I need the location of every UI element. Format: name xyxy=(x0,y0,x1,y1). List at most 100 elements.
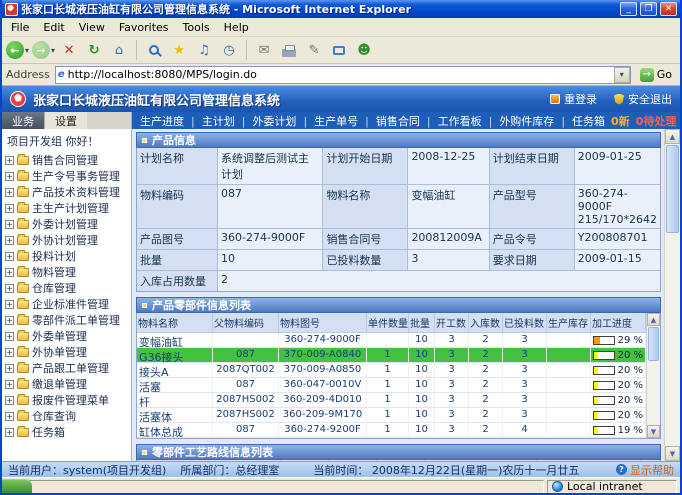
sidebar-tree-item[interactable]: + 企业标准件管理 xyxy=(5,296,131,312)
scroll-up-button[interactable]: ▲ xyxy=(665,129,680,144)
sidebar-tree-item[interactable]: + 任务箱 xyxy=(5,424,131,440)
sidebar-tree-item[interactable]: + 产品跟工单管理 xyxy=(5,360,131,376)
relogin-button[interactable]: 重登录 xyxy=(550,91,597,107)
forward-button[interactable]: →▾ xyxy=(32,38,55,62)
messenger-button[interactable]: ☻ xyxy=(353,38,375,62)
address-dropdown-icon[interactable]: ▾ xyxy=(614,67,630,83)
sidebar-tree-item[interactable]: + 销售合同管理 xyxy=(5,152,131,168)
expand-plus-icon[interactable]: + xyxy=(5,300,14,309)
table-row[interactable]: 活塞 087 360-047-0010V 1 10 3 2 3 xyxy=(137,378,646,393)
nav-link[interactable]: 生产单号 xyxy=(296,113,358,129)
sidebar-tree-item[interactable]: + 仓库查询 xyxy=(5,408,131,424)
go-button[interactable]: → Go xyxy=(636,68,676,82)
expand-plus-icon[interactable]: + xyxy=(5,316,14,325)
column-header[interactable]: 物料名称 xyxy=(137,313,213,333)
parts-table-scrollbar[interactable]: ▲ ▼ xyxy=(646,313,660,438)
sidebar-tree-item[interactable]: + 外委单管理 xyxy=(5,328,131,344)
scrollbar-thumb[interactable] xyxy=(648,327,659,361)
expand-plus-icon[interactable]: + xyxy=(5,412,14,421)
edit-button[interactable]: ✎ xyxy=(303,38,325,62)
nav-link[interactable]: 任务箱 xyxy=(554,113,605,129)
column-header[interactable]: 序号 xyxy=(137,460,163,461)
nav-link[interactable]: 工作看板 xyxy=(420,113,482,129)
column-header[interactable]: 批量 xyxy=(409,313,435,333)
expand-plus-icon[interactable]: + xyxy=(5,268,14,277)
column-header[interactable]: 总任务数 xyxy=(281,460,329,461)
menu-item[interactable]: View xyxy=(72,21,112,34)
nav-link[interactable]: 外购件库存 xyxy=(482,113,555,129)
nav-link[interactable]: 销售合同 xyxy=(358,113,420,129)
close-button[interactable]: ✕ xyxy=(660,2,677,16)
expand-plus-icon[interactable]: + xyxy=(5,332,14,341)
sidebar-tree-item[interactable]: + 零部件派工单管理 xyxy=(5,312,131,328)
menu-item[interactable]: Favorites xyxy=(112,21,176,34)
column-header[interactable]: 加工要求 xyxy=(215,460,281,461)
address-input[interactable] xyxy=(68,68,614,82)
expand-plus-icon[interactable]: + xyxy=(5,252,14,261)
nav-link[interactable]: 主计划 xyxy=(184,113,235,129)
tab-settings[interactable]: 设置 xyxy=(44,112,87,129)
media-button[interactable]: ♫ xyxy=(193,38,215,62)
forward-dropdown-icon[interactable]: ▾ xyxy=(51,46,55,55)
column-header[interactable]: 工序名称 xyxy=(163,460,215,461)
discuss-button[interactable] xyxy=(328,38,350,62)
table-row[interactable]: 杆 2087HS002 360-209-4D010 1 10 3 2 3 xyxy=(137,393,646,408)
sidebar-tree-item[interactable]: + 主生产计划管理 xyxy=(5,200,131,216)
sidebar-tree-item[interactable]: + 外协单管理 xyxy=(5,344,131,360)
stop-button[interactable]: ✕ xyxy=(58,38,80,62)
logout-button[interactable]: 安全退出 xyxy=(614,91,672,107)
scroll-down-button[interactable]: ▼ xyxy=(647,425,660,438)
table-row[interactable]: 缸体总成 087 360-274-9200F 1 10 3 2 4 xyxy=(137,423,646,438)
column-header[interactable]: 外委已开工数 xyxy=(537,460,603,461)
mail-button[interactable]: ✉ xyxy=(253,38,275,62)
expand-plus-icon[interactable]: + xyxy=(5,172,14,181)
column-header[interactable]: 外协数 xyxy=(603,460,641,461)
nav-link[interactable]: 外委计划 xyxy=(235,113,297,129)
column-header[interactable]: 外委数 xyxy=(499,460,537,461)
expand-plus-icon[interactable]: + xyxy=(5,156,14,165)
menu-item[interactable]: Help xyxy=(217,21,256,34)
expand-plus-icon[interactable]: + xyxy=(5,220,14,229)
history-button[interactable]: ◷ xyxy=(218,38,240,62)
menu-item[interactable]: File xyxy=(4,21,36,34)
back-button[interactable]: ←▾ xyxy=(6,38,29,62)
column-header[interactable]: 生产库存 xyxy=(547,313,591,333)
main-scrollbar[interactable]: ▲ ▼ xyxy=(664,129,680,461)
table-row[interactable]: G36接头 087 370-009-A0840 1 10 3 2 3 xyxy=(137,348,646,363)
sidebar-tree-item[interactable]: + 缴退单管理 xyxy=(5,376,131,392)
tab-business[interactable]: 业务 xyxy=(2,112,44,129)
column-header[interactable]: 单件数量 xyxy=(367,313,409,333)
scrollbar-track[interactable] xyxy=(647,326,660,425)
favorites-button[interactable]: ★ xyxy=(168,38,190,62)
maximize-button[interactable]: ❐ xyxy=(640,2,657,16)
expand-plus-icon[interactable]: + xyxy=(5,204,14,213)
scroll-up-button[interactable]: ▲ xyxy=(647,313,660,326)
expand-plus-icon[interactable]: + xyxy=(5,236,14,245)
search-button[interactable] xyxy=(143,38,165,62)
minimize-button[interactable]: _ xyxy=(620,2,637,16)
scrollbar-thumb[interactable] xyxy=(666,145,679,233)
table-row[interactable]: 活塞体 2087HS002 360-209-9M170 1 10 3 2 3 xyxy=(137,408,646,423)
table-row[interactable]: 接头A 2087QT002 370-009-A0850 1 10 3 2 3 xyxy=(137,363,646,378)
scrollbar-track[interactable] xyxy=(665,144,680,446)
expand-plus-icon[interactable]: + xyxy=(5,428,14,437)
show-help-button[interactable]: ? 显示帮助 xyxy=(616,462,674,478)
menu-item[interactable]: Tools xyxy=(176,21,217,34)
sidebar-tree-item[interactable]: + 物料管理 xyxy=(5,264,131,280)
column-header[interactable]: 自加工已开工数 xyxy=(425,460,499,461)
sidebar-tree-item[interactable]: + 生产令号事务管理 xyxy=(5,168,131,184)
table-row[interactable]: 变幅油缸 360-274-9000F 10 3 2 3 xyxy=(137,333,646,348)
sidebar-tree-item[interactable]: + 外协计划管理 xyxy=(5,232,131,248)
home-button[interactable]: ⌂ xyxy=(108,38,130,62)
column-header[interactable]: 父物料编码 xyxy=(213,313,279,333)
sidebar-tree-item[interactable]: + 产品技术资料管理 xyxy=(5,184,131,200)
column-header[interactable]: 开工数 xyxy=(435,313,469,333)
expand-plus-icon[interactable]: + xyxy=(5,348,14,357)
column-header[interactable]: 可派工数 xyxy=(329,460,377,461)
nav-link[interactable]: 生产进度 xyxy=(140,113,184,129)
sidebar-tree-item[interactable]: + 仓库管理 xyxy=(5,280,131,296)
back-dropdown-icon[interactable]: ▾ xyxy=(25,46,29,55)
sidebar-tree-item[interactable]: + 投料计划 xyxy=(5,248,131,264)
column-header[interactable]: 已完工数 xyxy=(377,460,425,461)
expand-plus-icon[interactable]: + xyxy=(5,188,14,197)
